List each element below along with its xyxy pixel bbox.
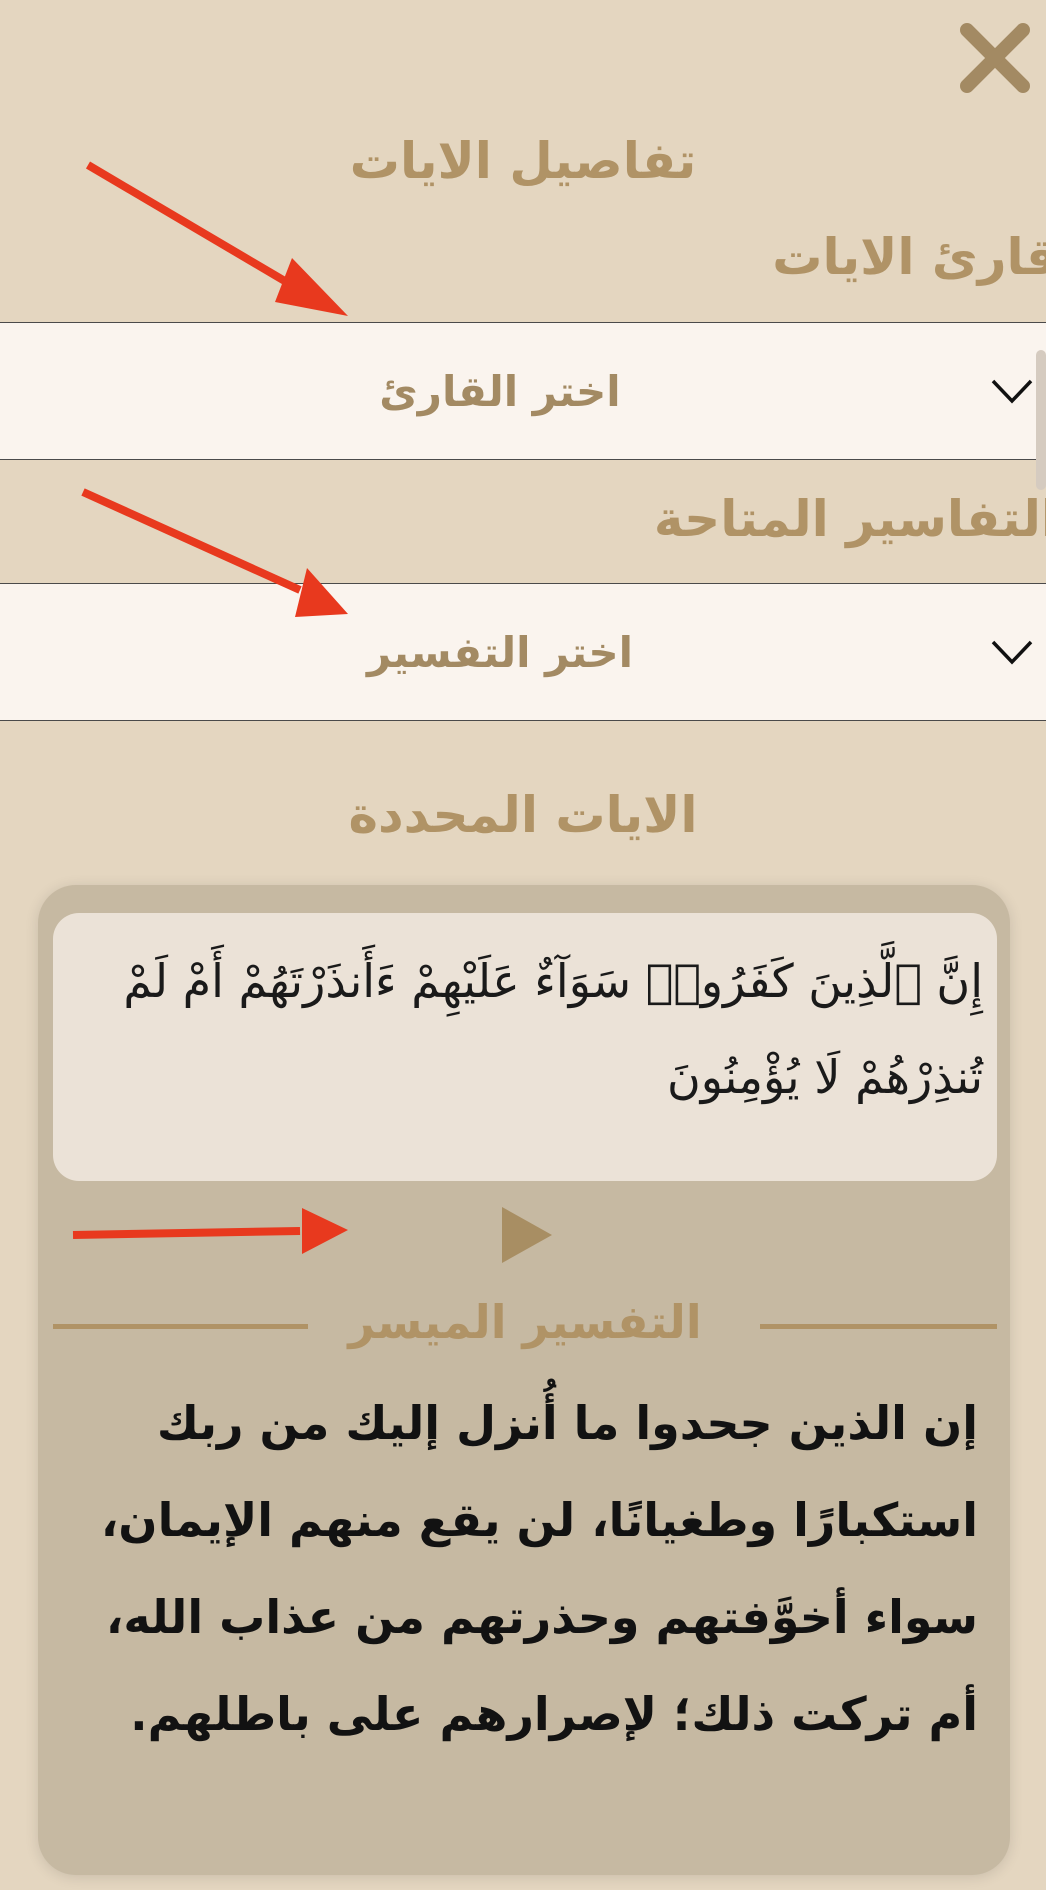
red-arrow-annotation — [85, 161, 348, 316]
red-arrow-annotation — [81, 488, 348, 617]
arrow-annotations — [72, 161, 348, 1254]
red-arrow-annotation — [72, 1208, 348, 1254]
